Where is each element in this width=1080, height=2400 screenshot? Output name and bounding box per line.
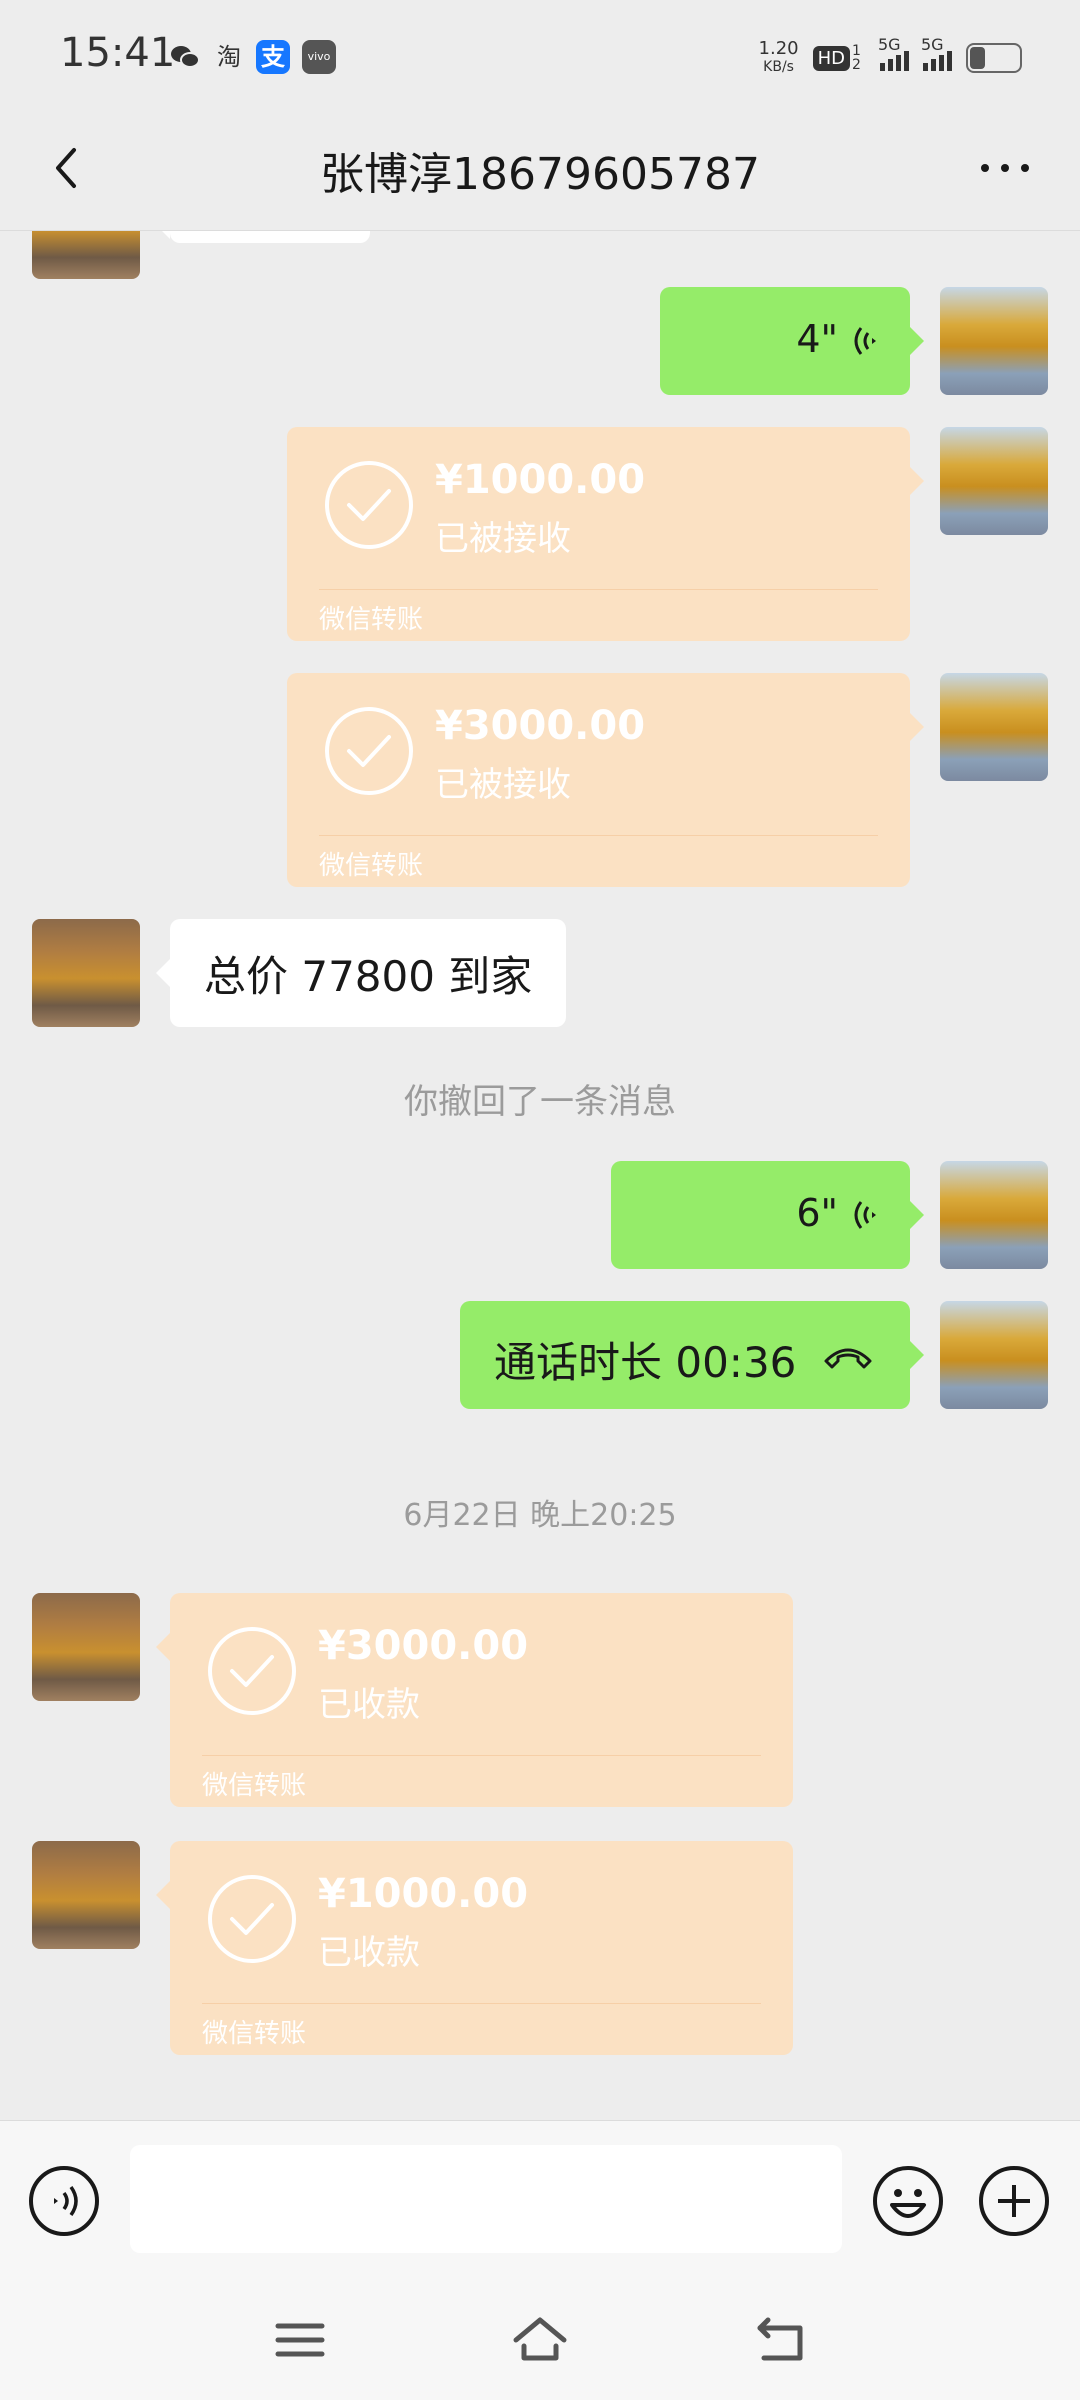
transfer-footer: 微信转账 bbox=[319, 605, 424, 635]
divider bbox=[202, 1755, 761, 1756]
timestamp: 6月22日 晚上20:25 bbox=[403, 1498, 677, 1533]
input-bar bbox=[0, 2120, 1080, 2281]
menu-icon[interactable] bbox=[270, 2310, 330, 2370]
chevron-left-icon[interactable] bbox=[40, 138, 100, 198]
hd-indicator: HD 1 2 bbox=[812, 43, 866, 73]
check-circle-icon bbox=[325, 707, 413, 795]
voice-message-bubble[interactable]: 4" bbox=[660, 287, 924, 395]
my-avatar[interactable] bbox=[940, 673, 1048, 781]
transfer-card[interactable]: ¥1000.00 已被接收 微信转账 bbox=[287, 427, 924, 641]
status-bar: 15:41 淘 支 vivo 1.20 KB/s HD 1 2 5G 5G bbox=[0, 0, 1080, 110]
recall-notice: 你撤回了一条消息 bbox=[404, 1082, 676, 1122]
vivo-icon: vivo bbox=[302, 40, 336, 74]
signal-sim2-icon: 5G bbox=[921, 35, 952, 71]
back-nav-icon[interactable] bbox=[750, 2310, 810, 2370]
wechat-icon bbox=[171, 46, 200, 68]
voice-wave-icon bbox=[854, 327, 876, 355]
chat-title: 张博淳18679605787 bbox=[320, 149, 760, 200]
my-avatar[interactable] bbox=[940, 287, 1048, 395]
call-record-bubble[interactable]: 通话时长 00:36 bbox=[460, 1301, 924, 1409]
chat-area[interactable]: 4" ¥1000.00 已被接收 微信转账 ¥3000.00 已被接收 微信转账… bbox=[0, 231, 1080, 2119]
transfer-status: 已被接收 bbox=[435, 765, 571, 805]
home-icon[interactable] bbox=[510, 2310, 570, 2370]
message-input[interactable] bbox=[130, 2145, 842, 2253]
network-speed: 1.20 KB/s bbox=[759, 40, 799, 76]
text-message-bubble[interactable]: 总价 77800 到家 bbox=[155, 919, 567, 1027]
system-nav-bar bbox=[0, 2280, 1080, 2400]
transfer-status: 已被接收 bbox=[435, 519, 571, 559]
sim2-label: 5G bbox=[921, 35, 944, 54]
contact-avatar[interactable] bbox=[32, 919, 140, 1027]
voice-duration: 6" bbox=[796, 1191, 838, 1235]
message-text: 总价 77800 到家 bbox=[204, 951, 533, 1001]
transfer-amount: ¥3000.00 bbox=[318, 1623, 529, 1669]
transfer-footer: 微信转账 bbox=[202, 1771, 307, 1801]
transfer-amount: ¥1000.00 bbox=[318, 1871, 529, 1917]
my-avatar[interactable] bbox=[940, 1161, 1048, 1269]
more-dots-icon[interactable] bbox=[970, 138, 1040, 198]
emoji-icon[interactable] bbox=[872, 2165, 944, 2237]
sim1-label: 5G bbox=[878, 35, 901, 54]
voice-message-bubble[interactable]: 6" bbox=[611, 1161, 924, 1269]
contact-avatar[interactable] bbox=[32, 1841, 140, 1949]
transfer-status: 已收款 bbox=[318, 1685, 420, 1725]
divider bbox=[202, 2003, 761, 2004]
status-time: 15:41 bbox=[60, 30, 176, 76]
hd-sub: 1 2 bbox=[852, 43, 861, 73]
transfer-footer: 微信转账 bbox=[319, 851, 424, 881]
check-circle-icon bbox=[208, 1627, 296, 1715]
transfer-card[interactable]: ¥3000.00 已被接收 微信转账 bbox=[287, 673, 924, 887]
contact-avatar[interactable] bbox=[32, 1593, 140, 1701]
check-circle-icon bbox=[325, 461, 413, 549]
contact-avatar[interactable] bbox=[32, 231, 140, 279]
voice-wave-icon bbox=[854, 1201, 876, 1229]
taobao-icon: 淘 bbox=[217, 43, 241, 71]
net-speed-value: 1.20 bbox=[758, 38, 799, 59]
transfer-amount: ¥3000.00 bbox=[435, 703, 646, 749]
my-avatar[interactable] bbox=[940, 1301, 1048, 1409]
signal-sim1-icon: 5G bbox=[878, 35, 909, 71]
partial-message-bubble bbox=[156, 231, 370, 243]
voice-input-icon[interactable] bbox=[28, 2165, 100, 2237]
hd-label: HD bbox=[812, 45, 850, 71]
phone-hangup-icon bbox=[824, 1348, 872, 1369]
battery-icon bbox=[966, 43, 1022, 73]
my-avatar[interactable] bbox=[940, 427, 1048, 535]
transfer-footer: 微信转账 bbox=[202, 2019, 307, 2049]
alipay-icon: 支 bbox=[256, 40, 290, 74]
check-circle-icon bbox=[208, 1875, 296, 1963]
chat-header: 张博淳18679605787 bbox=[0, 110, 1080, 231]
voice-duration: 4" bbox=[796, 317, 838, 361]
divider bbox=[319, 589, 878, 590]
transfer-amount: ¥1000.00 bbox=[435, 457, 646, 503]
transfer-card[interactable]: ¥3000.00 已收款 微信转账 bbox=[156, 1593, 793, 1807]
call-duration-text: 通话时长 00:36 bbox=[494, 1338, 797, 1387]
transfer-status: 已收款 bbox=[318, 1933, 420, 1973]
transfer-card[interactable]: ¥1000.00 已收款 微信转账 bbox=[156, 1841, 793, 2055]
status-right: 1.20 KB/s HD 1 2 5G 5G bbox=[759, 35, 1022, 80]
net-speed-unit: KB/s bbox=[763, 59, 794, 75]
divider bbox=[319, 835, 878, 836]
plus-icon[interactable] bbox=[978, 2165, 1050, 2237]
